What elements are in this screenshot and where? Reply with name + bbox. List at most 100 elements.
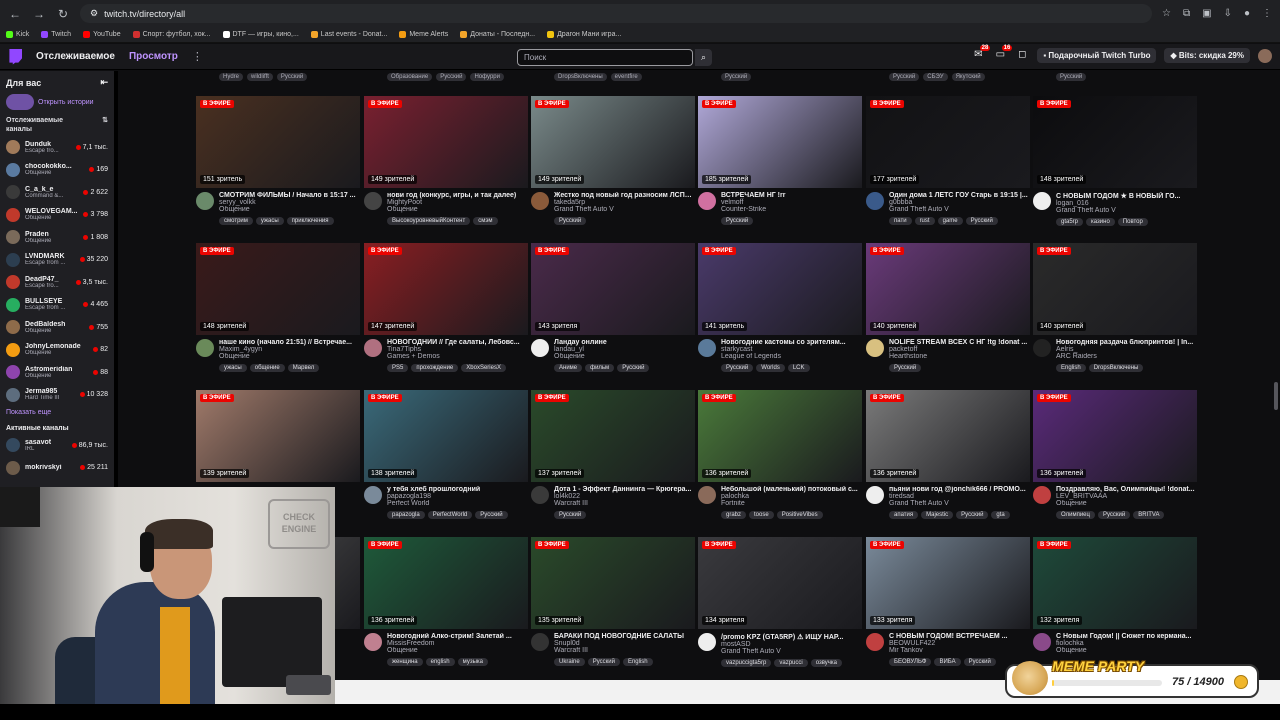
stream-title[interactable]: Ландау онлине xyxy=(554,339,694,346)
stream-thumbnail[interactable]: В ЭФИРЕ 136 зрителей xyxy=(364,537,528,629)
stream-title[interactable]: С Новым Годом! || Сюжет по кермана... xyxy=(1056,633,1196,640)
tag[interactable]: БЕОВУЛЬФ xyxy=(889,658,932,666)
tag[interactable]: Русский xyxy=(436,73,467,81)
sidebar-channel[interactable]: sasavot IRL 86,9 тыс. xyxy=(0,434,114,457)
stream-thumbnail[interactable]: В ЭФИРЕ 149 зрителей xyxy=(531,96,695,188)
category-link[interactable]: Grand Theft Auto V xyxy=(889,500,1029,507)
channel-avatar[interactable] xyxy=(531,633,549,651)
page-scrollbar[interactable] xyxy=(1274,382,1278,410)
category-link[interactable]: Общение xyxy=(387,206,527,213)
sidebar-channel[interactable]: JohnyLemonade Общение 82 xyxy=(0,339,114,362)
stream-thumbnail[interactable]: В ЭФИРЕ 149 зрителей xyxy=(364,96,528,188)
tag[interactable]: казино xyxy=(1086,218,1115,226)
category-link[interactable]: Grand Theft Auto V xyxy=(721,648,861,655)
stream-thumbnail[interactable]: В ЭФИРЕ 132 зрителя xyxy=(1033,537,1197,629)
tag[interactable]: game xyxy=(937,217,963,225)
stream-title[interactable]: Новогодняя раздача блюпринтов! | In... xyxy=(1056,339,1196,346)
tag[interactable]: ужасы xyxy=(219,364,247,372)
tag[interactable]: Русский xyxy=(956,511,989,519)
tag[interactable]: СБЭУ xyxy=(923,73,948,81)
channel-avatar[interactable] xyxy=(698,192,716,210)
stream-card[interactable]: В ЭФИРЕ 143 зрителя Ландау онлине landau_yl… xyxy=(531,243,695,383)
channel-avatar[interactable] xyxy=(196,192,214,210)
tag[interactable]: женщина xyxy=(387,658,423,666)
tag[interactable]: Нофурри xyxy=(470,73,504,81)
tag[interactable]: PerfectWorld xyxy=(427,511,473,519)
tag[interactable]: eventfire xyxy=(610,73,642,81)
channel-name[interactable]: papazogla198 xyxy=(387,493,527,500)
tag[interactable]: gta xyxy=(991,511,1010,519)
stream-thumbnail[interactable]: В ЭФИРЕ 143 зрителя xyxy=(531,243,695,335)
tag[interactable]: Русский xyxy=(554,511,587,519)
category-link[interactable]: Hearthstone xyxy=(889,353,1029,360)
channel-name[interactable]: Snupl0d xyxy=(554,640,694,647)
channel-name[interactable]: MissisFreedom xyxy=(387,640,527,647)
bookmark-star-icon[interactable]: ☆ xyxy=(1162,8,1171,19)
category-link[interactable]: Fortnite xyxy=(721,500,861,507)
address-bar[interactable]: ⚙ twitch.tv/directory/all xyxy=(80,4,1152,23)
tag[interactable]: Якутский xyxy=(951,73,985,81)
stream-thumbnail[interactable]: В ЭФИРЕ 135 зрителей xyxy=(531,537,695,629)
tag[interactable]: BRITVA xyxy=(1133,511,1165,519)
stream-title[interactable]: С НОВЫМ ГОДОМ ★ В НОВЫЙ ГО... xyxy=(1056,192,1196,200)
tag[interactable]: Русский xyxy=(1097,511,1131,519)
stream-card[interactable]: В ЭФИРЕ 136 зрителей Поздравляю, Вас, Олим… xyxy=(1033,390,1197,530)
channel-name[interactable]: Maxim_4ygyn xyxy=(219,346,359,353)
channel-avatar[interactable] xyxy=(866,192,884,210)
tag[interactable]: Русский xyxy=(276,73,308,81)
stream-card[interactable]: В ЭФИРЕ 141 зритель Новогодние кастомы со … xyxy=(698,243,862,383)
channel-name[interactable]: starkycast xyxy=(721,346,861,353)
stories-button[interactable]: Открыть истории xyxy=(6,94,108,110)
tag[interactable]: Русский xyxy=(889,364,922,372)
channel-name[interactable]: velmoff xyxy=(721,199,861,206)
profile-icon[interactable]: ● xyxy=(1244,8,1250,19)
stream-card[interactable]: В ЭФИРЕ 149 зрителей Жестко под новый год … xyxy=(531,96,695,236)
channel-name[interactable]: mostASD xyxy=(721,641,861,648)
channel-name[interactable]: logan_016 xyxy=(1056,200,1196,207)
stream-card[interactable]: В ЭФИРЕ 177 зрителей Один дома 1 ЛЕТС ГОУ … xyxy=(866,96,1030,236)
stream-card[interactable]: В ЭФИРЕ 135 зрителей БАРАКИ ПОД НОВОГОДНИЕ… xyxy=(531,537,695,677)
tag[interactable]: Русский xyxy=(554,217,587,225)
tag[interactable]: Русский xyxy=(963,658,996,666)
tag[interactable]: Русский xyxy=(889,73,920,81)
channel-avatar[interactable] xyxy=(698,339,716,357)
site-info-icon[interactable]: ⚙ xyxy=(90,8,98,19)
channel-name[interactable]: palochka xyxy=(721,493,861,500)
channel-name[interactable]: Tina7Tiphs xyxy=(387,346,527,353)
stream-card[interactable]: В ЭФИРЕ 147 зрителей НОВОГОДНИЙ // Где сал… xyxy=(364,243,528,383)
back-icon[interactable]: ← xyxy=(8,7,22,21)
tag[interactable]: english xyxy=(425,658,455,666)
tag[interactable]: апатия xyxy=(889,511,919,519)
category-link[interactable]: Общение xyxy=(219,206,359,213)
stream-title[interactable]: Дота 1 - Эффект Даннинга — Крюгера... xyxy=(554,486,694,493)
tag[interactable]: смотрим xyxy=(219,217,253,225)
channel-name[interactable]: takeda5rp xyxy=(554,199,694,206)
stream-thumbnail[interactable]: В ЭФИРЕ 138 зрителей xyxy=(364,390,528,482)
stream-card[interactable]: В ЭФИРЕ 136 зрителей Небольшой (маленький)… xyxy=(698,390,862,530)
tag[interactable]: ужасы xyxy=(255,217,284,225)
search-input[interactable]: Поиск xyxy=(517,49,693,66)
tag[interactable]: пати xyxy=(889,217,912,225)
twitch-logo-icon[interactable] xyxy=(9,48,22,65)
channel-name[interactable]: BEOWULF422 xyxy=(889,640,1029,647)
tag[interactable]: прохождение xyxy=(411,364,459,372)
category-link[interactable]: Grand Theft Auto V xyxy=(554,206,694,213)
channel-name[interactable]: Aelris_ xyxy=(1056,346,1196,353)
tag[interactable]: Hydre xyxy=(219,73,244,81)
bookmark-item[interactable]: Last events - Donat... xyxy=(310,31,387,38)
stream-title[interactable]: пьяни нови год @jonchik666 / PROMO... xyxy=(889,486,1029,493)
stream-card[interactable]: В ЭФИРЕ 134 зрителя/promo KPZ (GTA5RP) ⚠ … xyxy=(698,537,862,677)
stream-thumbnail[interactable]: В ЭФИРЕ 151 зритель xyxy=(196,96,360,188)
nav-browse[interactable]: Просмотр xyxy=(129,51,178,62)
tag[interactable]: Русский xyxy=(587,658,620,666)
stream-title[interactable]: Новогодние кастомы со зрителям... xyxy=(721,339,861,346)
tag[interactable]: смэм xyxy=(473,217,498,225)
category-link[interactable]: League of Legends xyxy=(721,353,861,360)
stream-thumbnail[interactable]: В ЭФИРЕ 137 зрителей xyxy=(531,390,695,482)
tag[interactable]: ВИБА xyxy=(934,658,961,666)
stream-card[interactable]: В ЭФИРЕ 137 зрителей Дота 1 - Эффект Данни… xyxy=(531,390,695,530)
tag[interactable]: Русский xyxy=(617,364,650,372)
tag[interactable]: toose xyxy=(749,511,774,519)
tag[interactable]: Русский xyxy=(721,364,754,372)
stream-thumbnail[interactable]: В ЭФИРЕ 147 зрителей xyxy=(364,243,528,335)
